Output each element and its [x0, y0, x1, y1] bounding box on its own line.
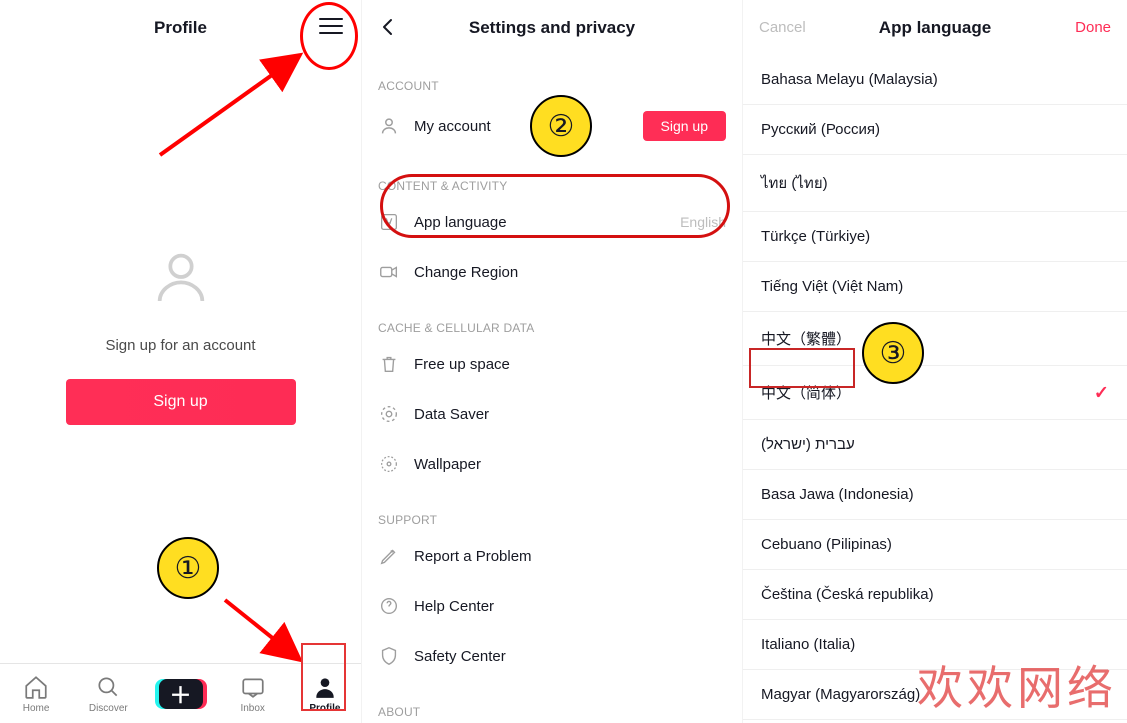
signup-hint: Sign up for an account: [0, 337, 361, 354]
row-free-up-space-label: Free up space: [414, 356, 726, 373]
row-report-problem-label: Report a Problem: [414, 548, 726, 565]
language-option[interactable]: Magyar (Magyarország): [743, 670, 1127, 720]
language-option[interactable]: עברית (ישראל): [743, 420, 1127, 470]
settings-header: Settings and privacy: [362, 0, 742, 55]
done-button[interactable]: Done: [1075, 19, 1111, 36]
plus-icon: ＋: [159, 679, 203, 709]
home-icon: [23, 674, 49, 700]
row-my-account[interactable]: My account Sign up: [362, 97, 742, 155]
row-data-saver-label: Data Saver: [414, 406, 726, 423]
language-option[interactable]: Basa Jawa (Indonesia): [743, 470, 1127, 520]
settings-screen: Settings and privacy ACCOUNT My account …: [362, 0, 743, 723]
row-change-region-label: Change Region: [414, 264, 726, 281]
checkmark-icon: ✓: [1094, 382, 1109, 403]
cancel-button[interactable]: Cancel: [759, 19, 806, 36]
row-change-region[interactable]: Change Region: [362, 247, 742, 297]
row-safety-center[interactable]: Safety Center: [362, 631, 742, 681]
language-icon: [378, 211, 400, 233]
profile-title: Profile: [154, 18, 207, 38]
language-option[interactable]: 中文（简体）✓: [743, 366, 1127, 420]
person-icon: [378, 115, 400, 137]
language-option[interactable]: 中文（繁體）: [743, 312, 1127, 366]
shield-icon: [378, 645, 400, 667]
tab-discover-label: Discover: [89, 703, 128, 714]
trash-icon: [378, 353, 400, 375]
profile-icon: [312, 674, 338, 700]
bottom-tabbar: Home Discover ＋ Inbox Profile: [0, 663, 361, 723]
signup-button[interactable]: Sign up: [66, 379, 296, 425]
language-option[interactable]: ไทย (ไทย): [743, 155, 1127, 212]
tab-profile[interactable]: Profile: [289, 674, 361, 714]
row-help-center[interactable]: Help Center: [362, 581, 742, 631]
tab-create[interactable]: ＋: [144, 679, 216, 709]
tab-home-label: Home: [23, 703, 50, 714]
language-option[interactable]: Türkçe (Türkiye): [743, 212, 1127, 262]
data-saver-icon: [378, 403, 400, 425]
row-free-up-space[interactable]: Free up space: [362, 339, 742, 389]
profile-screen: Profile Sign up for an account Sign up H…: [0, 0, 362, 723]
language-picker-screen: Cancel App language Done Bahasa Melayu (…: [743, 0, 1127, 723]
row-app-language[interactable]: App language English: [362, 197, 742, 247]
row-wallpaper-label: Wallpaper: [414, 456, 726, 473]
tab-discover[interactable]: Discover: [72, 674, 144, 714]
section-cache-label: CACHE & CELLULAR DATA: [362, 297, 742, 339]
row-safety-center-label: Safety Center: [414, 648, 726, 665]
video-icon: [378, 261, 400, 283]
row-my-account-label: My account: [414, 118, 643, 135]
inbox-icon: [240, 674, 266, 700]
tab-inbox[interactable]: Inbox: [217, 674, 289, 714]
language-option[interactable]: Русский (Россия): [743, 105, 1127, 155]
profile-header: Profile: [0, 0, 361, 55]
row-app-language-value: English: [680, 214, 726, 230]
hamburger-menu-icon[interactable]: [319, 14, 343, 38]
row-help-center-label: Help Center: [414, 598, 726, 615]
language-option[interactable]: Čeština (Česká republika): [743, 570, 1127, 620]
row-data-saver[interactable]: Data Saver: [362, 389, 742, 439]
question-icon: [378, 595, 400, 617]
section-about-label: ABOUT: [362, 681, 742, 723]
section-content-label: CONTENT & ACTIVITY: [362, 155, 742, 197]
pencil-icon: [378, 545, 400, 567]
language-header: Cancel App language Done: [743, 0, 1127, 55]
tab-profile-label: Profile: [309, 703, 340, 714]
signup-button-small[interactable]: Sign up: [643, 111, 726, 141]
row-app-language-label: App language: [414, 214, 680, 231]
settings-title: Settings and privacy: [469, 18, 635, 38]
section-account-label: ACCOUNT: [362, 55, 742, 97]
search-icon: [95, 674, 121, 700]
wallpaper-icon: [378, 453, 400, 475]
language-option[interactable]: Cebuano (Pilipinas): [743, 520, 1127, 570]
section-support-label: SUPPORT: [362, 489, 742, 531]
language-title: App language: [879, 18, 991, 38]
language-list: Bahasa Melayu (Malaysia)Русский (Россия)…: [743, 55, 1127, 723]
language-option[interactable]: Italiano (Italia): [743, 620, 1127, 670]
language-option[interactable]: Tiếng Việt (Việt Nam): [743, 262, 1127, 312]
tab-home[interactable]: Home: [0, 674, 72, 714]
row-report-problem[interactable]: Report a Problem: [362, 531, 742, 581]
row-wallpaper[interactable]: Wallpaper: [362, 439, 742, 489]
language-option[interactable]: Bahasa Melayu (Malaysia): [743, 55, 1127, 105]
back-arrow-icon[interactable]: [376, 15, 400, 39]
avatar-placeholder-icon: [149, 245, 213, 309]
tab-inbox-label: Inbox: [240, 703, 264, 714]
